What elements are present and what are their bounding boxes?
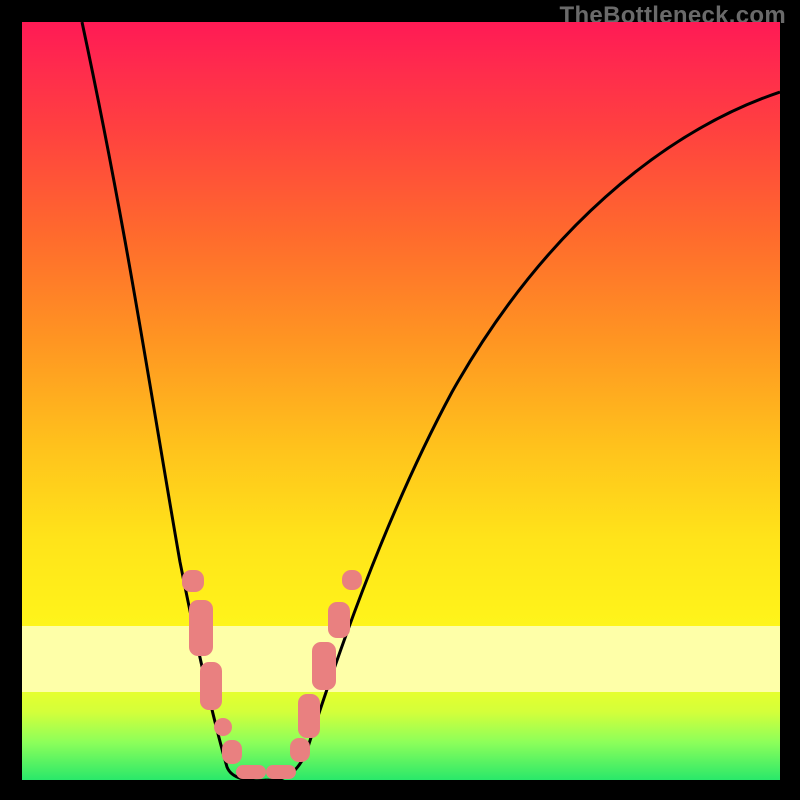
marker-8 <box>298 694 320 738</box>
curve-right-branch <box>267 92 780 780</box>
marker-1 <box>189 600 213 656</box>
marker-2 <box>200 662 222 710</box>
marker-7 <box>290 738 310 762</box>
marker-9 <box>312 642 336 690</box>
chart-frame <box>22 22 780 780</box>
marker-6 <box>266 765 296 779</box>
marker-10 <box>328 602 350 638</box>
marker-0 <box>182 570 204 592</box>
marker-3 <box>214 718 232 736</box>
marker-5 <box>236 765 266 779</box>
curve-left-branch <box>82 22 267 780</box>
marker-4 <box>222 740 242 764</box>
marker-11 <box>342 570 362 590</box>
bottleneck-curve <box>22 22 780 780</box>
